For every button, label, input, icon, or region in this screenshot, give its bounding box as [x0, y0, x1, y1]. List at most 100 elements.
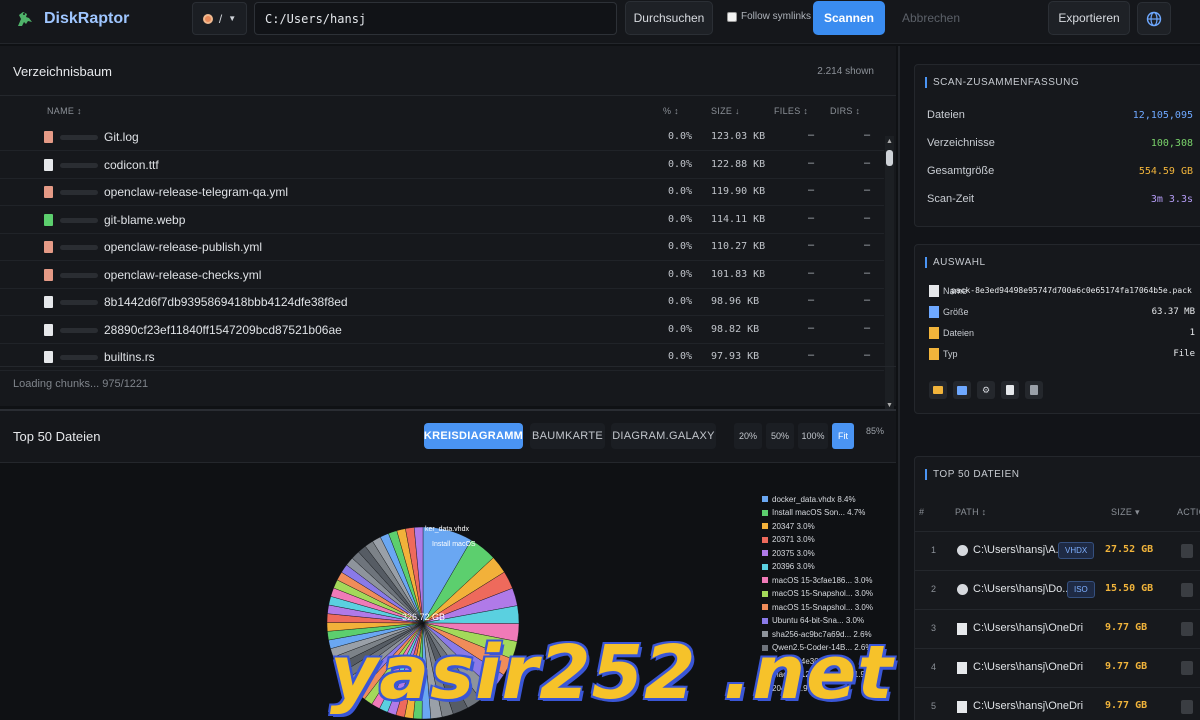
selection-value: File [1173, 349, 1195, 359]
summary-row: Verzeichnisse 100,308 [927, 137, 1193, 155]
tree-indent-guide [60, 135, 98, 140]
legend-item[interactable]: Ubuntu 64-bit-Sna... 3.0% [762, 615, 892, 627]
legend-item[interactable]: docker_data.vhdx 8.4% [762, 493, 892, 505]
text-file-icon [44, 268, 53, 281]
selection-row: Größe 63.37 MB [929, 304, 1195, 322]
export-label: Exportieren [1058, 11, 1120, 25]
tree-row-dirs: – [864, 321, 871, 334]
legend-item[interactable]: Install macOS Son... 4.7% [762, 507, 892, 519]
copy-path-button[interactable] [1001, 381, 1019, 399]
drive-selector[interactable]: / ▼ [192, 2, 247, 35]
tree-indent-guide [60, 190, 98, 195]
tab-pie-chart[interactable]: KREISDIAGRAMM [424, 423, 523, 449]
tree-header: Verzeichnisbaum 2.214 shown [0, 46, 896, 96]
top50-row[interactable]: 5 C:\Users\hansj\OneDrive\... 9.77 GB [915, 687, 1200, 720]
tree-row[interactable]: openclaw-release-checks.yml 0.0% 101.83 KB… [0, 262, 884, 289]
col-header-size[interactable]: SIZE ↓ [711, 106, 740, 116]
legend-label: 20347 3.0% [772, 521, 815, 531]
zoom-fit-button[interactable]: Fit [832, 423, 854, 449]
col-header-name[interactable]: NAME ↕ [47, 106, 82, 116]
follow-symlinks-label: Follow symlinks [741, 11, 812, 22]
export-button[interactable]: Exportieren [1048, 1, 1130, 35]
legend-item[interactable]: 20371 3.0% [762, 534, 892, 546]
legend-item[interactable]: 20347 3.0% [762, 520, 892, 532]
open-terminal-button[interactable] [953, 381, 971, 399]
legend-label: docker_data.vhdx 8.4% [772, 494, 856, 504]
summary-label: Dateien [927, 109, 965, 121]
legend-label: macOS 15-3cfae186... 3.0% [772, 575, 873, 585]
top50-row-path: C:\Users\hansj\OneDrive\... [973, 700, 1083, 712]
selection-value: 1 [1189, 328, 1195, 338]
col-header-files[interactable]: FILES ↕ [774, 106, 808, 116]
delete-button[interactable] [1025, 381, 1043, 399]
legend-item[interactable]: macOS 15-Snapshol... 3.0% [762, 601, 892, 613]
folder-icon [929, 327, 939, 339]
scroll-thumb[interactable] [886, 150, 893, 166]
trash-icon[interactable] [1181, 544, 1193, 558]
legend-label: macOS 15-Snapshol... 3.0% [772, 602, 873, 612]
selection-row: Dateien 1 [929, 325, 1195, 343]
summary-value: 3m 3.3s [1150, 194, 1193, 205]
trash-icon[interactable] [1181, 583, 1193, 597]
zoom-100-button[interactable]: 100% [798, 423, 828, 449]
cancel-button[interactable]: Abbrechen [895, 1, 967, 35]
tree-row-dirs: – [864, 211, 871, 224]
legend-item[interactable]: 20396 3.0% [762, 561, 892, 573]
gear-icon: ⚙ [981, 384, 991, 395]
tree-scrollbar[interactable]: ▲ ▼ [885, 136, 894, 411]
tree-row-name: 8b1442d6f7db9395869418bbb4124dfe38f8ed [104, 295, 348, 309]
scroll-down-icon[interactable]: ▼ [886, 402, 893, 409]
tree-row-pct: 0.0% [668, 296, 693, 307]
scan-label: Scannen [823, 11, 874, 25]
top50-row[interactable]: 3 C:\Users\hansj\OneDrive\... 9.77 GB [915, 609, 1200, 648]
zoom-20-button[interactable]: 20% [734, 423, 762, 449]
top50-title: TOP 50 DATEIEN [925, 469, 1019, 480]
file-icon [44, 351, 53, 363]
follow-symlinks-toggle[interactable]: Follow symlinks [727, 11, 811, 22]
trash-icon[interactable] [1181, 622, 1193, 636]
top50-row[interactable]: 1 C:\Users\hansj\A... VHDX 27.52 GB [915, 531, 1200, 570]
top50-col-path[interactable]: PATH ↕ [955, 507, 986, 517]
legend-item[interactable]: macOS 15-Snapshol... 3.0% [762, 588, 892, 600]
legend-item[interactable]: 20375 3.0% [762, 547, 892, 559]
top50-row[interactable]: 4 C:\Users\hansj\OneDrive\... 9.77 GB [915, 648, 1200, 687]
document-icon [1006, 385, 1014, 395]
tree-row[interactable]: 28890cf23ef11840ff1547209bcd87521b06ae 0.… [0, 317, 884, 344]
tree-row[interactable]: git-blame.webp 0.0% 114.11 KB – – [0, 207, 884, 234]
tree-row[interactable]: openclaw-release-telegram-qa.yml 0.0% 119.… [0, 179, 884, 206]
selection-label: Typ [943, 349, 958, 359]
trash-icon[interactable] [1181, 700, 1193, 714]
tree-row[interactable]: 8b1442d6f7db9395869418bbb4124dfe38f8ed 0.… [0, 289, 884, 316]
scan-button[interactable]: Scannen [813, 1, 885, 35]
scroll-up-icon[interactable]: ▲ [886, 138, 893, 145]
trash-icon[interactable] [1181, 661, 1193, 675]
browse-button[interactable]: Durchsuchen [625, 1, 713, 35]
tab-treemap[interactable]: BAUMKARTE [530, 423, 605, 449]
col-header-pct[interactable]: % ↕ [663, 106, 679, 116]
tree-row[interactable]: openclaw-release-publish.yml 0.0% 110.27 K… [0, 234, 884, 261]
tree-row[interactable]: codicon.ttf 0.0% 122.88 KB – – [0, 152, 884, 179]
tree-indent-guide [60, 245, 98, 250]
legend-label: 20396 3.0% [772, 562, 815, 571]
tree-row-files: – [808, 156, 815, 169]
path-input[interactable] [254, 2, 617, 35]
settings-button[interactable]: ⚙ [977, 381, 995, 399]
selection-value: pack-8e3ed94498e95747d700a6c0e65174fa170… [951, 286, 1192, 295]
chart-title: Top 50 Dateien [13, 429, 101, 444]
zoom-50-button[interactable]: 50% [766, 423, 794, 449]
tree-row-name: openclaw-release-publish.yml [104, 240, 263, 254]
top50-row[interactable]: 2 C:\Users\hansj\Do... ISO 15.50 GB [915, 570, 1200, 609]
legend-item[interactable]: macOS 15-3cfae186... 3.0% [762, 574, 892, 586]
top50-col-size[interactable]: SIZE ▾ [1111, 507, 1140, 518]
tree-row-name: builtins.rs [104, 350, 155, 364]
language-button[interactable] [1137, 2, 1171, 35]
open-folder-button[interactable] [929, 381, 947, 399]
summary-row: Scan-Zeit 3m 3.3s [927, 193, 1193, 211]
tree-row[interactable]: Git.log 0.0% 123.03 KB – – [0, 124, 884, 151]
top50-row-size: 9.77 GB [1105, 700, 1148, 711]
tag-icon [929, 348, 939, 360]
col-header-dirs[interactable]: DIRS ↕ [830, 106, 860, 116]
follow-symlinks-checkbox[interactable] [727, 11, 737, 22]
tab-galaxy[interactable]: DIAGRAM.GALAXY [611, 423, 716, 449]
tree-row-dirs: – [864, 294, 871, 306]
